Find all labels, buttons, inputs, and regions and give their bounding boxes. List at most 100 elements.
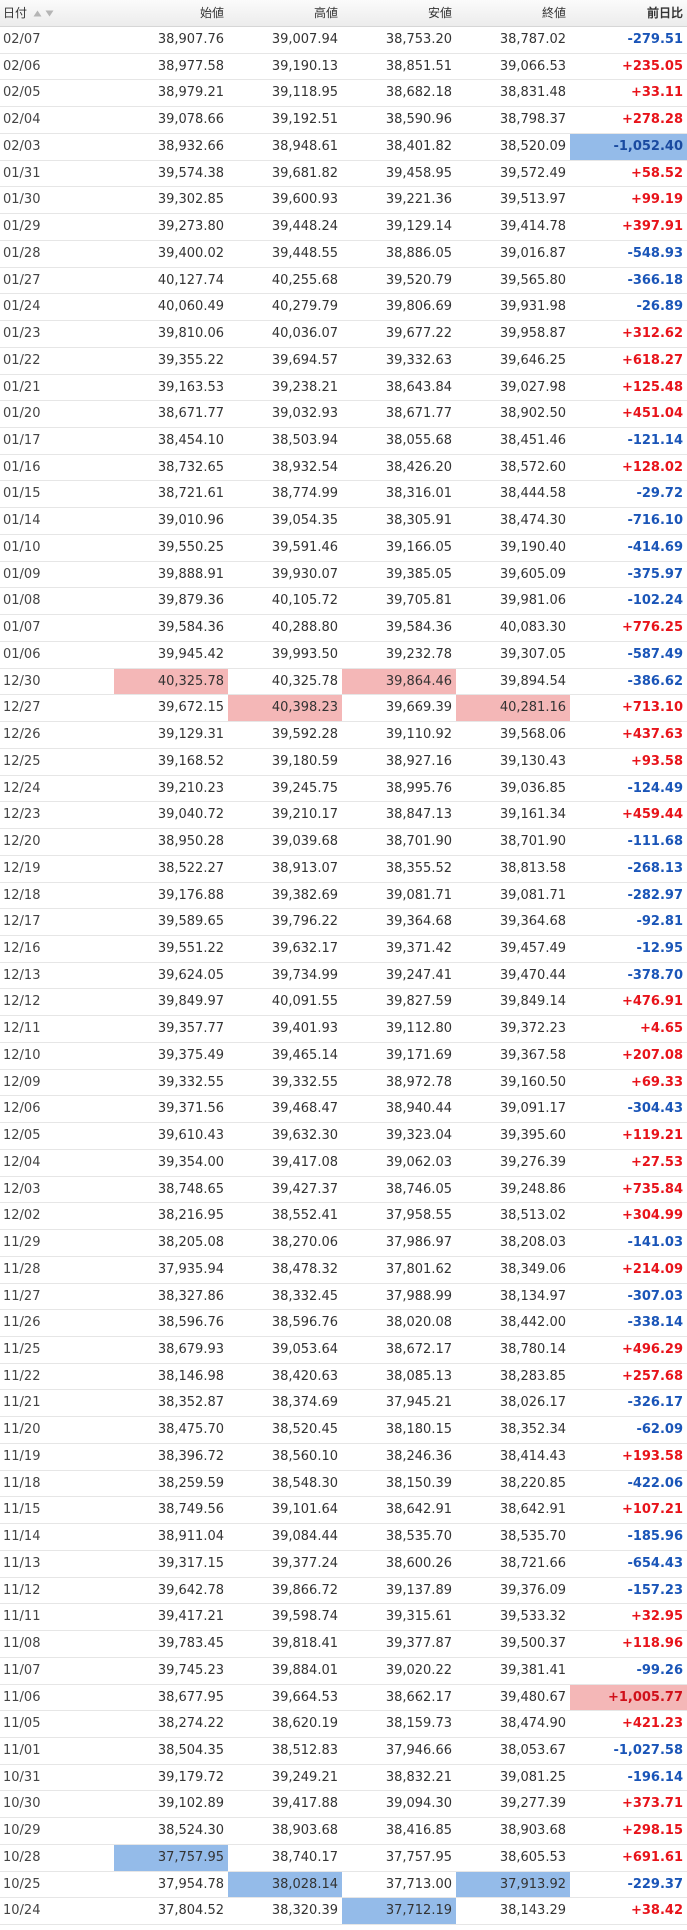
low-cell: 37,986.97 <box>385 1235 452 1251</box>
change-cell: +118.96 <box>621 1636 683 1652</box>
change-cell: +1,005.77 <box>570 1684 687 1711</box>
change-cell: -1,052.40 <box>570 133 687 160</box>
change-cell: +459.44 <box>621 807 683 823</box>
table-row: 01/09 39,888.91 39,930.07 39,385.05 39,605.0… <box>0 562 687 589</box>
date-cell: 12/17 <box>3 914 41 930</box>
low-cell: 37,712.19 <box>342 1898 456 1925</box>
date-cell: 02/07 <box>3 32 41 47</box>
close-cell: 38,572.60 <box>499 459 566 475</box>
high-cell: 39,694.57 <box>271 352 338 368</box>
date-cell: 01/17 <box>3 433 41 449</box>
close-cell: 38,352.34 <box>499 1422 566 1438</box>
close-cell: 38,053.67 <box>499 1743 566 1758</box>
low-cell: 38,851.51 <box>385 58 452 74</box>
close-cell: 38,813.58 <box>499 860 566 876</box>
high-cell: 39,734.99 <box>271 967 338 983</box>
high-cell: 39,417.88 <box>271 1796 338 1812</box>
change-cell: +304.99 <box>621 1208 683 1224</box>
low-cell: 39,669.39 <box>385 700 452 716</box>
close-cell: 38,902.50 <box>499 406 566 422</box>
table-header: 日付 始値 高値 安値 終値 前日比 <box>0 0 687 27</box>
low-cell: 37,801.62 <box>385 1261 452 1277</box>
low-cell: 39,385.05 <box>385 566 452 582</box>
table-row: 12/17 39,589.65 39,796.22 39,364.68 39,364.6… <box>0 909 687 936</box>
sort-descending-icon[interactable] <box>45 10 54 17</box>
change-cell: +437.63 <box>621 727 683 743</box>
close-cell: 38,026.17 <box>499 1395 566 1411</box>
open-column-header[interactable]: 始値 <box>114 0 228 26</box>
close-cell: 38,283.85 <box>499 1368 566 1384</box>
open-cell: 38,454.10 <box>157 433 224 449</box>
high-column-header[interactable]: 高値 <box>228 0 342 26</box>
open-cell: 38,259.59 <box>157 1475 224 1491</box>
date-cell: 11/22 <box>3 1368 41 1384</box>
date-cell: 12/06 <box>3 1101 41 1117</box>
table-row: 11/25 38,679.93 39,053.64 38,672.17 38,780.1… <box>0 1337 687 1364</box>
date-cell: 12/18 <box>3 887 41 903</box>
low-cell: 38,426.20 <box>385 459 452 475</box>
table-row: 11/28 37,935.94 38,478.32 37,801.62 38,349.0… <box>0 1257 687 1284</box>
close-cell: 39,457.49 <box>499 940 566 956</box>
table-row: 11/08 39,783.45 39,818.41 39,377.87 39,500.3… <box>0 1631 687 1658</box>
change-cell: +776.25 <box>621 620 683 636</box>
date-cell: 10/30 <box>3 1796 41 1812</box>
date-cell: 12/25 <box>3 753 41 769</box>
change-cell: -338.14 <box>627 1315 683 1331</box>
table-row: 10/29 38,524.30 38,903.68 38,416.85 38,903.6… <box>0 1818 687 1845</box>
low-cell: 39,864.46 <box>342 668 456 695</box>
change-cell: -1,027.58 <box>613 1743 683 1758</box>
high-cell: 39,377.24 <box>271 1555 338 1571</box>
open-cell: 40,060.49 <box>157 299 224 315</box>
table-row: 10/31 39,179.72 39,249.21 38,832.21 39,081.2… <box>0 1765 687 1792</box>
low-cell: 39,323.04 <box>385 1128 452 1144</box>
high-cell: 38,774.99 <box>271 486 338 502</box>
high-cell: 39,210.17 <box>271 807 338 823</box>
close-cell: 38,474.90 <box>499 1716 566 1732</box>
low-cell: 39,364.68 <box>385 914 452 930</box>
change-cell: +99.19 <box>630 192 683 208</box>
low-column-header[interactable]: 安値 <box>342 0 456 26</box>
date-cell: 11/05 <box>3 1716 41 1732</box>
close-column-header[interactable]: 終値 <box>456 0 570 26</box>
open-cell: 38,475.70 <box>157 1422 224 1438</box>
open-cell: 39,610.43 <box>157 1128 224 1144</box>
date-cell: 01/09 <box>3 566 41 582</box>
table-row: 12/13 39,624.05 39,734.99 39,247.41 39,470.4… <box>0 963 687 990</box>
change-cell: -654.43 <box>627 1555 683 1571</box>
table-row: 01/20 38,671.77 39,032.93 38,671.77 38,902.5… <box>0 401 687 429</box>
open-cell: 38,721.61 <box>157 486 224 502</box>
date-cell: 12/19 <box>3 860 41 876</box>
high-cell: 38,028.14 <box>228 1871 342 1898</box>
change-column-header[interactable]: 前日比 <box>570 0 687 26</box>
change-cell: -414.69 <box>627 539 683 555</box>
date-cell: 01/22 <box>3 352 41 368</box>
date-cell: 10/24 <box>3 1903 41 1919</box>
change-cell: -92.81 <box>636 914 683 930</box>
low-cell: 39,371.42 <box>385 940 452 956</box>
table-row: 10/30 39,102.89 39,417.88 39,094.30 39,277.3… <box>0 1791 687 1819</box>
high-cell: 38,503.94 <box>271 433 338 449</box>
table-row: 01/23 39,810.06 40,036.07 39,677.22 39,958.8… <box>0 321 687 348</box>
sort-ascending-icon[interactable] <box>33 10 42 17</box>
table-row: 10/24 37,804.52 38,320.39 37,712.19 38,143.2… <box>0 1898 687 1926</box>
high-cell: 38,596.76 <box>271 1315 338 1331</box>
low-cell: 38,642.91 <box>385 1502 452 1518</box>
low-cell: 38,020.08 <box>385 1315 452 1331</box>
change-cell: +691.61 <box>621 1849 683 1865</box>
change-cell: -121.14 <box>627 433 683 449</box>
table-row: 12/02 38,216.95 38,552.41 37,958.55 38,513.0… <box>0 1203 687 1231</box>
high-cell: 40,398.23 <box>228 695 342 722</box>
date-cell: 12/24 <box>3 780 41 796</box>
date-cell: 12/09 <box>3 1074 41 1090</box>
high-cell: 40,279.79 <box>271 299 338 315</box>
close-cell: 39,276.39 <box>499 1154 566 1170</box>
close-cell: 39,500.37 <box>499 1636 566 1652</box>
high-cell: 39,190.13 <box>271 58 338 74</box>
open-cell: 39,642.78 <box>157 1582 224 1598</box>
high-cell: 40,255.68 <box>271 272 338 288</box>
date-column-header[interactable]: 日付 <box>0 0 114 26</box>
low-cell: 39,332.63 <box>385 352 452 368</box>
high-cell: 39,401.93 <box>271 1021 338 1037</box>
table-row: 01/10 39,550.25 39,591.46 39,166.05 39,190.4… <box>0 535 687 562</box>
change-cell: +107.21 <box>621 1502 683 1518</box>
